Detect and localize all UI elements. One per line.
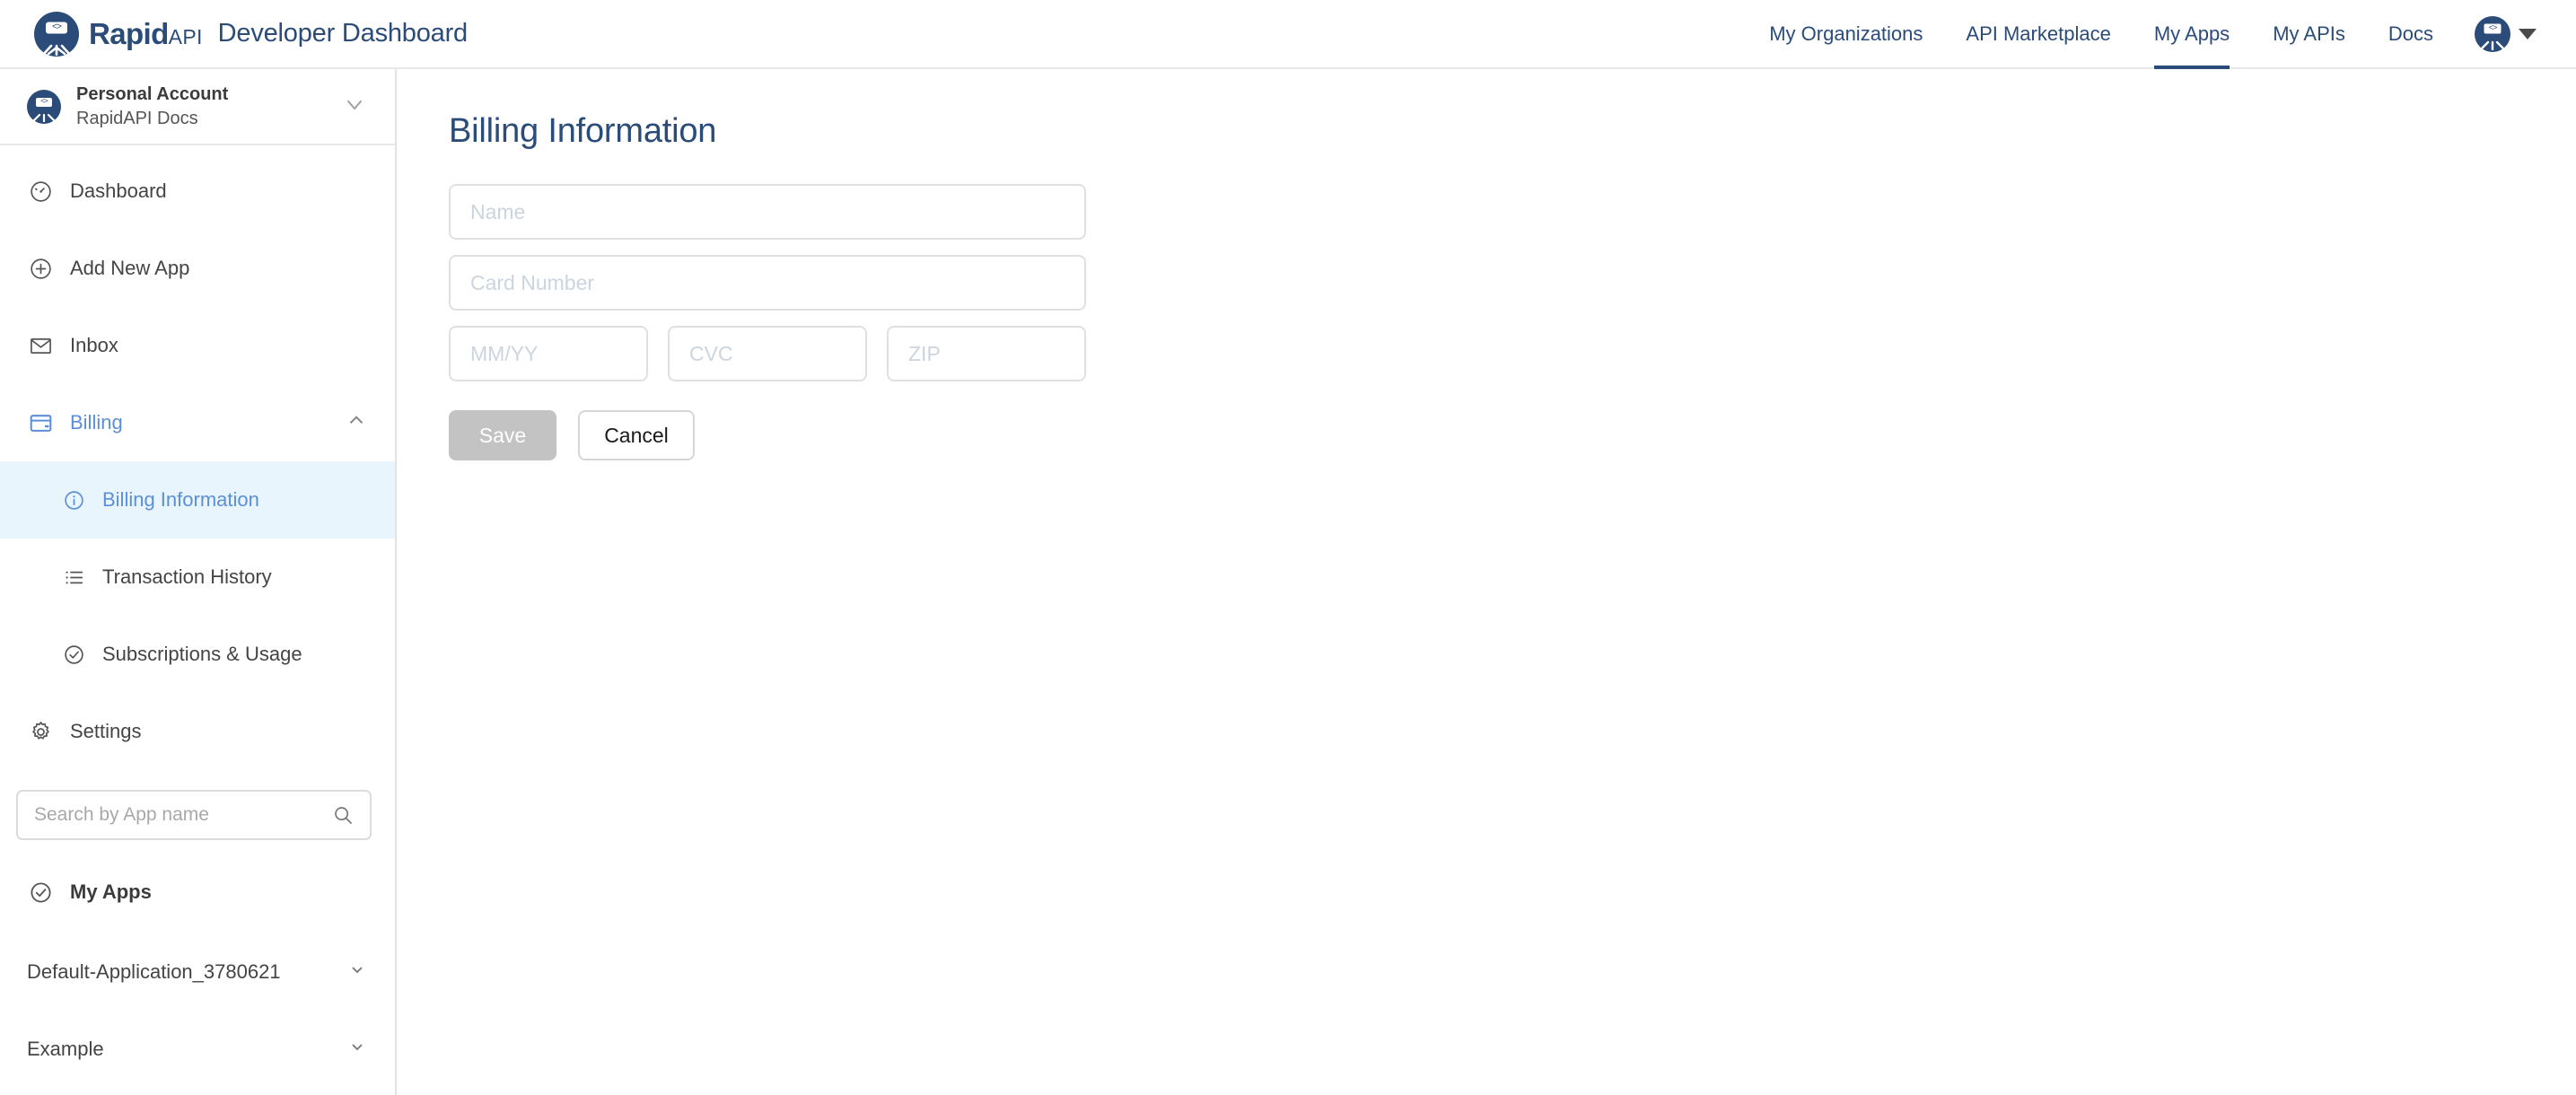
sidebar-item-label: Settings	[70, 720, 142, 742]
expiry-field[interactable]	[449, 326, 648, 381]
brand-name-primary: Rapid	[89, 17, 169, 50]
cvc-field[interactable]	[668, 326, 867, 381]
chevron-down-icon[interactable]	[346, 1036, 368, 1063]
sidebar-item-add-new-app[interactable]: Add New App	[0, 230, 395, 307]
search-icon[interactable]	[332, 804, 354, 826]
topnav-item-my-apis[interactable]: My APIs	[2251, 0, 2367, 67]
billing-information-form: Save Cancel	[449, 184, 2576, 460]
account-subtitle: RapidAPI Docs	[76, 108, 198, 128]
app-name-label: Example	[27, 1038, 104, 1060]
sidebar-item-inbox[interactable]: Inbox	[0, 307, 395, 384]
brand-logo[interactable]: <> RapidAPI Developer Dashboard	[34, 0, 468, 67]
chevron-down-icon[interactable]	[346, 959, 368, 986]
sidebar-section-label: My Apps	[70, 880, 152, 903]
sidebar-section-my-apps[interactable]: My Apps	[0, 851, 395, 933]
sidebar-nav: Dashboard Add New App Inbox Billing Bill…	[0, 145, 395, 770]
plus-circle-icon	[27, 255, 54, 282]
save-button[interactable]: Save	[449, 410, 556, 460]
gear-icon	[27, 718, 54, 745]
top-navigation: My Organizations API Marketplace My Apps…	[1748, 0, 2576, 69]
app-list-item-example[interactable]: Example	[0, 1011, 395, 1088]
sidebar-item-label: Transaction History	[102, 565, 272, 588]
sidebar-item-billing[interactable]: Billing	[0, 384, 395, 461]
chevron-up-icon[interactable]	[345, 408, 368, 437]
app-list-item-default-application[interactable]: Default-Application_3780621	[0, 933, 395, 1011]
topnav-item-api-marketplace[interactable]: API Marketplace	[1944, 0, 2132, 67]
check-circle-icon	[27, 879, 54, 906]
rapidapi-octopus-logo-icon: <>	[34, 11, 79, 57]
sidebar-item-transaction-history[interactable]: Transaction History	[0, 539, 395, 616]
chevron-down-icon	[341, 91, 368, 122]
sidebar-item-label: Add New App	[70, 257, 190, 279]
list-icon	[61, 565, 86, 590]
cancel-button[interactable]: Cancel	[578, 410, 695, 460]
main-content: Billing Information Save Cancel	[399, 69, 2576, 1095]
sidebar-item-label: Billing	[70, 411, 123, 434]
topnav-item-docs[interactable]: Docs	[2367, 0, 2455, 67]
sidebar-item-label: Inbox	[70, 334, 118, 356]
account-avatar-icon: <>	[27, 89, 61, 124]
sidebar-item-settings[interactable]: Settings	[0, 693, 395, 770]
sidebar-item-dashboard[interactable]: Dashboard	[0, 153, 395, 230]
top-bar: <> RapidAPI Developer Dashboard My Organ…	[0, 0, 2576, 69]
sidebar: <> Personal Account RapidAPI Docs Dashbo…	[0, 69, 397, 1095]
app-name-label: Default-Application_3780621	[27, 960, 281, 983]
search-box[interactable]	[16, 790, 372, 840]
brand-name-secondary: API	[168, 25, 203, 48]
info-circle-icon	[61, 487, 86, 512]
name-field[interactable]	[449, 184, 1086, 240]
topnav-item-my-apps[interactable]: My Apps	[2133, 0, 2251, 69]
speedometer-icon	[27, 178, 54, 205]
account-title: Personal Account	[76, 83, 229, 104]
sidebar-item-subscriptions-usage[interactable]: Subscriptions & Usage	[0, 616, 395, 693]
app-search-container	[0, 770, 395, 840]
zip-field[interactable]	[887, 326, 1086, 381]
page-title: Billing Information	[449, 112, 717, 150]
avatar-tentacles-icon	[2479, 40, 2506, 50]
credit-card-icon	[27, 409, 54, 436]
sidebar-item-billing-information[interactable]: Billing Information	[0, 461, 395, 539]
octopus-tentacles-icon	[41, 44, 72, 56]
envelope-icon	[27, 332, 54, 359]
brand-wordmark: RapidAPI	[89, 19, 203, 48]
check-circle-icon	[61, 642, 86, 667]
card-number-field[interactable]	[449, 255, 1086, 311]
account-tentacles-icon	[31, 113, 57, 122]
topnav-item-my-organizations[interactable]: My Organizations	[1748, 0, 1944, 67]
sidebar-item-label: Dashboard	[70, 180, 167, 202]
app-title: Developer Dashboard	[217, 19, 469, 48]
sidebar-item-label: Subscriptions & Usage	[102, 643, 302, 665]
user-menu[interactable]: <>	[2455, 0, 2549, 67]
user-avatar-icon: <>	[2475, 15, 2510, 52]
sidebar-item-label: Billing Information	[102, 488, 259, 511]
account-switcher[interactable]: <> Personal Account RapidAPI Docs	[0, 69, 395, 145]
form-actions: Save Cancel	[449, 410, 2576, 460]
card-details-row	[449, 326, 1086, 381]
caret-down-icon	[2519, 28, 2537, 39]
search-input[interactable]	[34, 804, 325, 826]
